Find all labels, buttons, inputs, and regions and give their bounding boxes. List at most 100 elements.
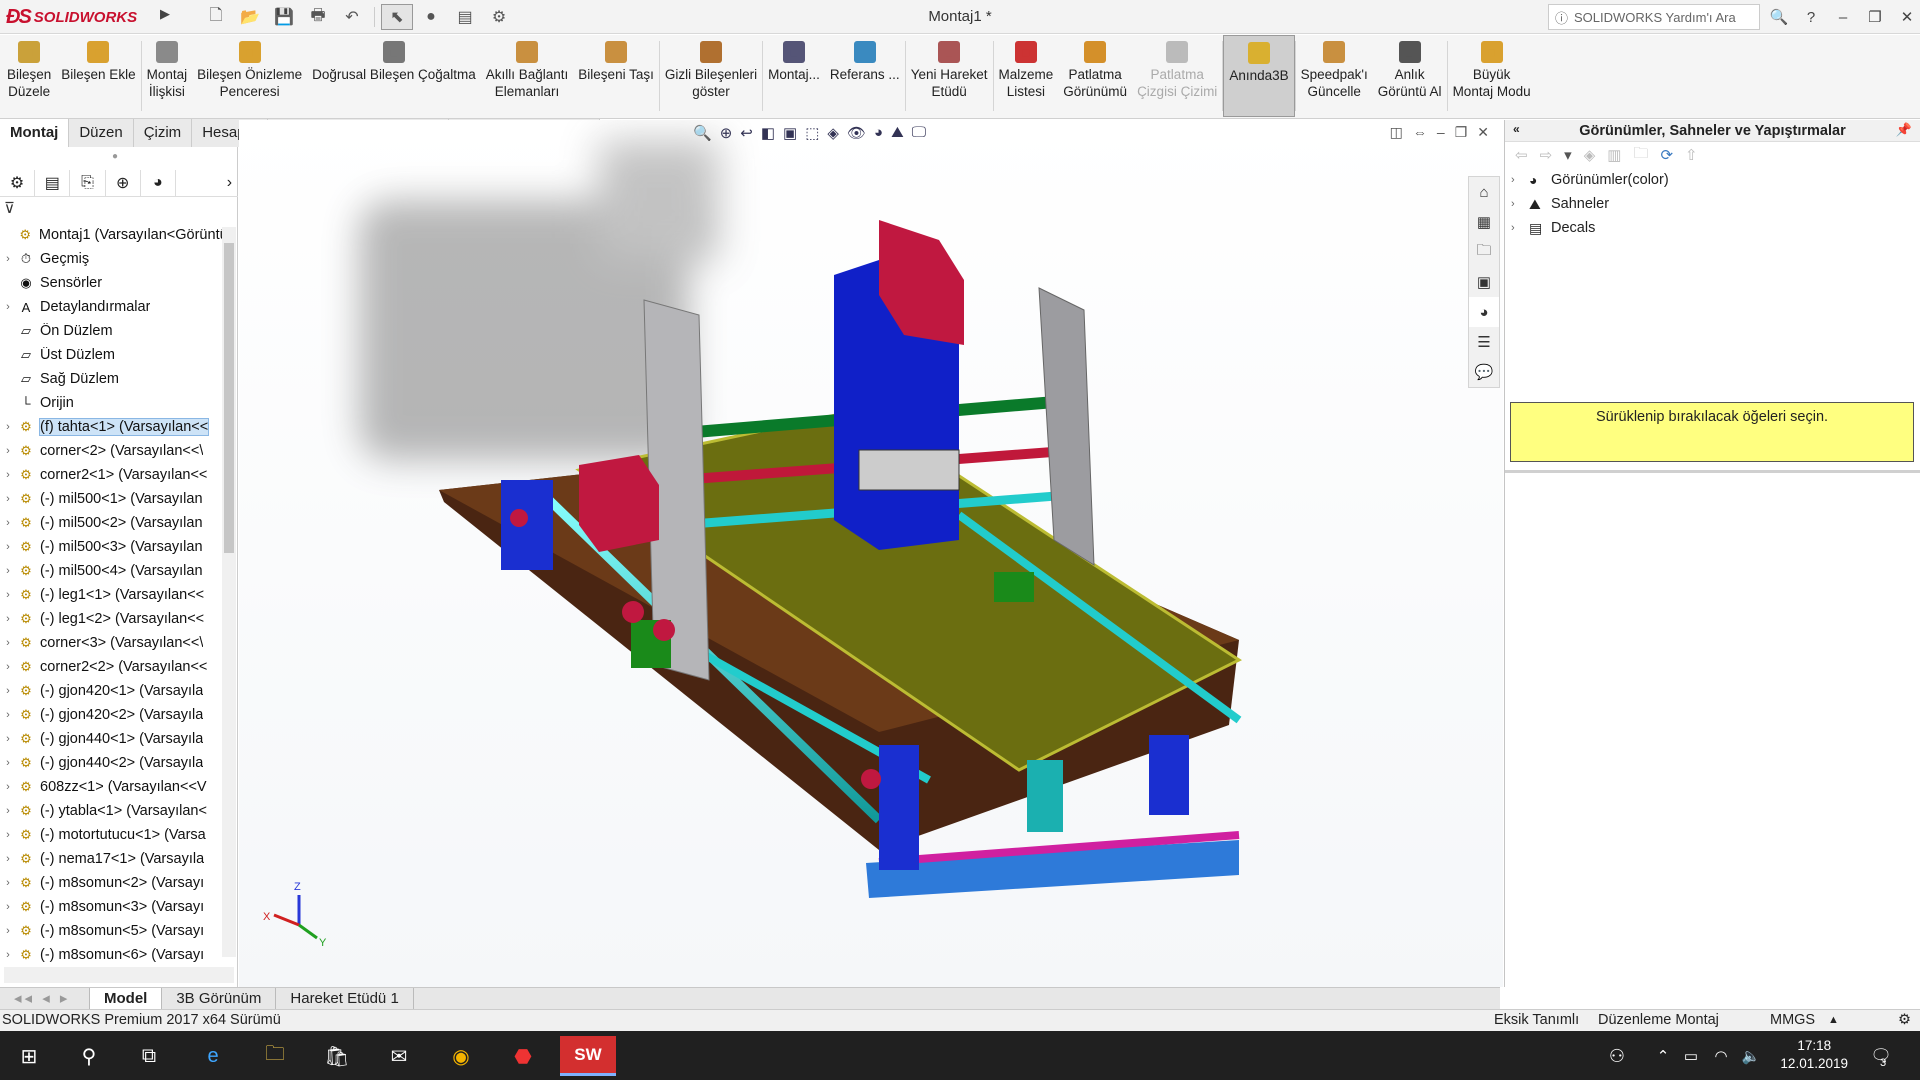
- referans-button[interactable]: ■ Referans ...: [825, 35, 905, 117]
- file-explorer-icon[interactable]: 🗀: [260, 1041, 290, 1071]
- expand-arrow-icon[interactable]: ›: [1511, 222, 1529, 234]
- dimxpert-tab-icon[interactable]: ⊕: [106, 169, 141, 196]
- expand-arrow-icon[interactable]: ›: [0, 541, 16, 553]
- appearance-tree-item[interactable]: › ⛰ Sahneler: [1505, 192, 1920, 216]
- dogrusal-cogaltma-button[interactable]: ■ Doğrusal Bileşen Çoğaltma: [307, 35, 481, 117]
- new-document-icon[interactable]: 🗋: [200, 4, 232, 30]
- tree-item[interactable]: › ⚙ (-) m8somun<2> (Varsayı: [0, 871, 222, 895]
- scrollbar-thumb[interactable]: [224, 243, 234, 553]
- solidworks-taskbar-icon[interactable]: SW: [560, 1036, 616, 1076]
- forum-icon[interactable]: 💬: [1469, 357, 1499, 387]
- edge-icon[interactable]: e: [198, 1041, 228, 1071]
- tree-item[interactable]: › ⚙ (-) leg1<2> (Varsayılan<<: [0, 607, 222, 631]
- close-icon[interactable]: ✕: [1894, 8, 1920, 26]
- tree-item[interactable]: › ⚙ corner<2> (Varsayılan<<\: [0, 439, 222, 463]
- units-selector[interactable]: MMGS: [1770, 1010, 1815, 1031]
- speedpak-button[interactable]: ■ Speedpak'ı Güncelle: [1296, 35, 1373, 117]
- select-icon[interactable]: ⬉: [381, 4, 413, 30]
- bilesen-onizleme-button[interactable]: ■ Bileşen Önizleme Penceresi: [192, 35, 307, 117]
- tree-item[interactable]: ⚙ Montaj1 (Varsayılan<Görüntü: [0, 223, 222, 247]
- options-gear-icon[interactable]: ⚙: [483, 4, 515, 30]
- tree-item[interactable]: › ⚙ (-) mil500<4> (Varsayılan: [0, 559, 222, 583]
- custom-properties-icon[interactable]: ☰: [1469, 327, 1499, 357]
- bilesen-ekle-button[interactable]: ■ Bileşen Ekle: [56, 35, 140, 117]
- mail-icon[interactable]: ✉: [384, 1041, 414, 1071]
- configuration-tab-icon[interactable]: ⎘: [70, 169, 106, 196]
- restore-icon[interactable]: ❐: [1862, 8, 1888, 26]
- bilesen-duzele-button[interactable]: ■ Bileşen Düzele: [2, 35, 56, 117]
- tree-item[interactable]: › ⚙ corner<3> (Varsayılan<<\: [0, 631, 222, 655]
- undo-icon[interactable]: ↶: [336, 4, 368, 30]
- tree-item[interactable]: › ⚙ (-) mil500<1> (Varsayılan: [0, 487, 222, 511]
- menu-expand-icon[interactable]: ▶: [160, 6, 172, 28]
- tabs-more-icon[interactable]: ›: [176, 170, 238, 196]
- model-tab-0[interactable]: Model: [90, 988, 163, 1009]
- aninda3b-button[interactable]: ■ Anında3B: [1223, 35, 1295, 117]
- buyuk-montaj-button[interactable]: ■ Büyük Montaj Modu: [1448, 35, 1536, 117]
- minimize-icon[interactable]: –: [1830, 9, 1856, 26]
- yeni-hareket-button[interactable]: ■ Yeni Hareket Etüdü: [906, 35, 993, 117]
- tab-1[interactable]: Düzen: [69, 119, 134, 147]
- malzeme-listesi-button[interactable]: ■ Malzeme Listesi: [994, 35, 1059, 117]
- design-library-icon[interactable]: 🗀: [1469, 237, 1499, 267]
- expand-arrow-icon[interactable]: ›: [0, 733, 16, 745]
- refresh-icon[interactable]: ⟳: [1660, 146, 1673, 164]
- chrome-icon[interactable]: ◉: [446, 1041, 476, 1071]
- tree-item[interactable]: › ⚙ (-) nema17<1> (Varsayıla: [0, 847, 222, 871]
- tree-item[interactable]: › ⚙ (-) m8somun<3> (Varsayı: [0, 895, 222, 919]
- file-properties-icon[interactable]: ▤: [449, 4, 481, 30]
- expand-arrow-icon[interactable]: ›: [0, 517, 16, 529]
- appearances-tab-icon[interactable]: ◕: [1469, 297, 1499, 327]
- collapse-pane-icon[interactable]: «: [1513, 122, 1520, 136]
- clock[interactable]: 17:18 12.01.2019: [1780, 1037, 1848, 1073]
- tree-item[interactable]: └ Orijin: [0, 391, 222, 415]
- expand-arrow-icon[interactable]: ›: [0, 637, 16, 649]
- help-question-icon[interactable]: ?: [1798, 9, 1824, 26]
- tree-item[interactable]: ▱ Sağ Düzlem: [0, 367, 222, 391]
- pane-splitter[interactable]: [1505, 470, 1920, 473]
- tree-item[interactable]: › ⚙ (-) m8somun<6> (Varsayı: [0, 943, 222, 965]
- tree-item[interactable]: ▱ Ön Düzlem: [0, 319, 222, 343]
- akilli-baglanti-button[interactable]: ■ Akıllı Bağlantı Elemanları: [481, 35, 574, 117]
- wifi-icon[interactable]: ◠: [1706, 1041, 1736, 1071]
- tree-item[interactable]: ◉ Sensörler: [0, 271, 222, 295]
- tree-item[interactable]: › ⚙ (-) gjon440<1> (Varsayıla: [0, 727, 222, 751]
- expand-arrow-icon[interactable]: ›: [0, 589, 16, 601]
- expand-arrow-icon[interactable]: ›: [0, 685, 16, 697]
- add-folder-icon[interactable]: 🗀: [1633, 143, 1648, 168]
- expand-arrow-icon[interactable]: ›: [0, 853, 16, 865]
- home-icon[interactable]: ⌂: [1469, 177, 1499, 207]
- expand-arrow-icon[interactable]: ›: [0, 949, 16, 961]
- search-icon[interactable]: ⚲: [74, 1041, 104, 1071]
- tree-item[interactable]: › ⚙ (-) gjon440<2> (Varsayıla: [0, 751, 222, 775]
- battery-icon[interactable]: ▭: [1676, 1041, 1706, 1071]
- units-arrow-icon[interactable]: ▲: [1828, 1010, 1839, 1031]
- expand-arrow-icon[interactable]: ›: [0, 709, 16, 721]
- expand-arrow-icon[interactable]: ›: [0, 301, 16, 313]
- expand-arrow-icon[interactable]: ›: [0, 565, 16, 577]
- back-icon[interactable]: ⇦: [1515, 146, 1528, 164]
- tree-item[interactable]: › ⚙ (f) tahta<1> (Varsayılan<<: [0, 415, 222, 439]
- montaj-iliskisi-button[interactable]: ■ Montaj İlişkisi: [142, 35, 193, 117]
- tree-item[interactable]: › ⚙ (-) ytabla<1> (Varsayılan<: [0, 799, 222, 823]
- help-search-input[interactable]: SOLIDWORKS Yardım'ı Ara: [1574, 10, 1736, 25]
- feature-tree-tab-icon[interactable]: ⚙: [0, 169, 36, 196]
- volume-icon[interactable]: 🔈: [1736, 1041, 1766, 1071]
- appearance-tree-item[interactable]: › ◕ Görünümler(color): [1505, 168, 1920, 192]
- pin-icon[interactable]: 📌: [1896, 122, 1912, 138]
- expand-arrow-icon[interactable]: ›: [0, 805, 16, 817]
- tree-scrollbar[interactable]: [222, 227, 236, 957]
- file-explorer-icon[interactable]: ▣: [1469, 267, 1499, 297]
- save-icon[interactable]: 💾: [268, 4, 300, 30]
- gizli-bilesenler-button[interactable]: ■ Gizli Bileşenleri göster: [660, 35, 762, 117]
- tree-item[interactable]: › ⚙ (-) leg1<1> (Varsayılan<<: [0, 583, 222, 607]
- forward-icon[interactable]: ⇨: [1540, 146, 1553, 164]
- search-icon[interactable]: 🔍: [1766, 8, 1792, 26]
- task-view-icon[interactable]: ⧉: [134, 1041, 164, 1071]
- tab-0[interactable]: Montaj: [0, 119, 70, 147]
- expand-arrow-icon[interactable]: ›: [0, 661, 16, 673]
- print-icon[interactable]: 🖶: [302, 4, 334, 30]
- 3d-content-icon[interactable]: ▦: [1469, 207, 1499, 237]
- cnc-assembly-model[interactable]: Z X Y: [239, 120, 1503, 987]
- expand-arrow-icon[interactable]: ›: [1511, 198, 1529, 210]
